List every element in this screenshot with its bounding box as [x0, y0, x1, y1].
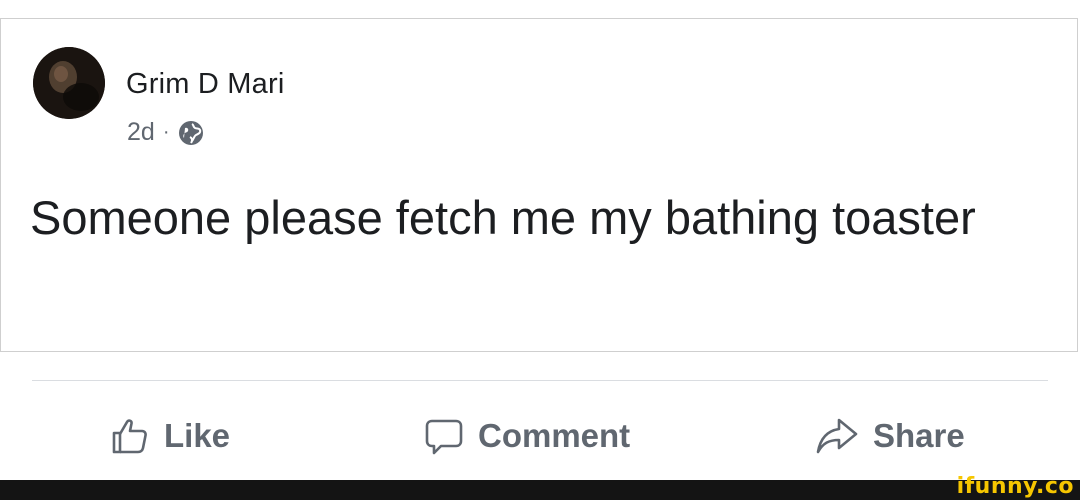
- author-name[interactable]: Grim D Mari: [126, 68, 284, 101]
- watermark-bar: [0, 480, 1080, 500]
- comment-button[interactable]: Comment: [424, 408, 630, 464]
- share-button[interactable]: Share: [815, 408, 965, 464]
- avatar[interactable]: [33, 47, 105, 119]
- screen: Grim D Mari 2d · Someone please fetch me…: [0, 0, 1080, 500]
- actions-divider: [32, 380, 1048, 381]
- post-meta: 2d ·: [127, 118, 205, 147]
- avatar-image: [33, 47, 105, 119]
- share-label: Share: [873, 417, 965, 454]
- post-timestamp[interactable]: 2d: [127, 118, 155, 147]
- post-actions: Like Comment Share: [0, 408, 1080, 464]
- globe-icon[interactable]: [177, 119, 205, 147]
- meta-separator: ·: [162, 121, 170, 143]
- speech-bubble-icon: [424, 416, 464, 456]
- like-button[interactable]: Like: [110, 408, 230, 464]
- like-label: Like: [164, 417, 231, 454]
- share-arrow-icon: [815, 416, 859, 456]
- post-text: Someone please fetch me my bathing toast…: [30, 191, 976, 244]
- ifunny-watermark: ifunny.co: [956, 474, 1074, 499]
- comment-label: Comment: [478, 417, 631, 454]
- thumbs-up-icon: [110, 416, 150, 456]
